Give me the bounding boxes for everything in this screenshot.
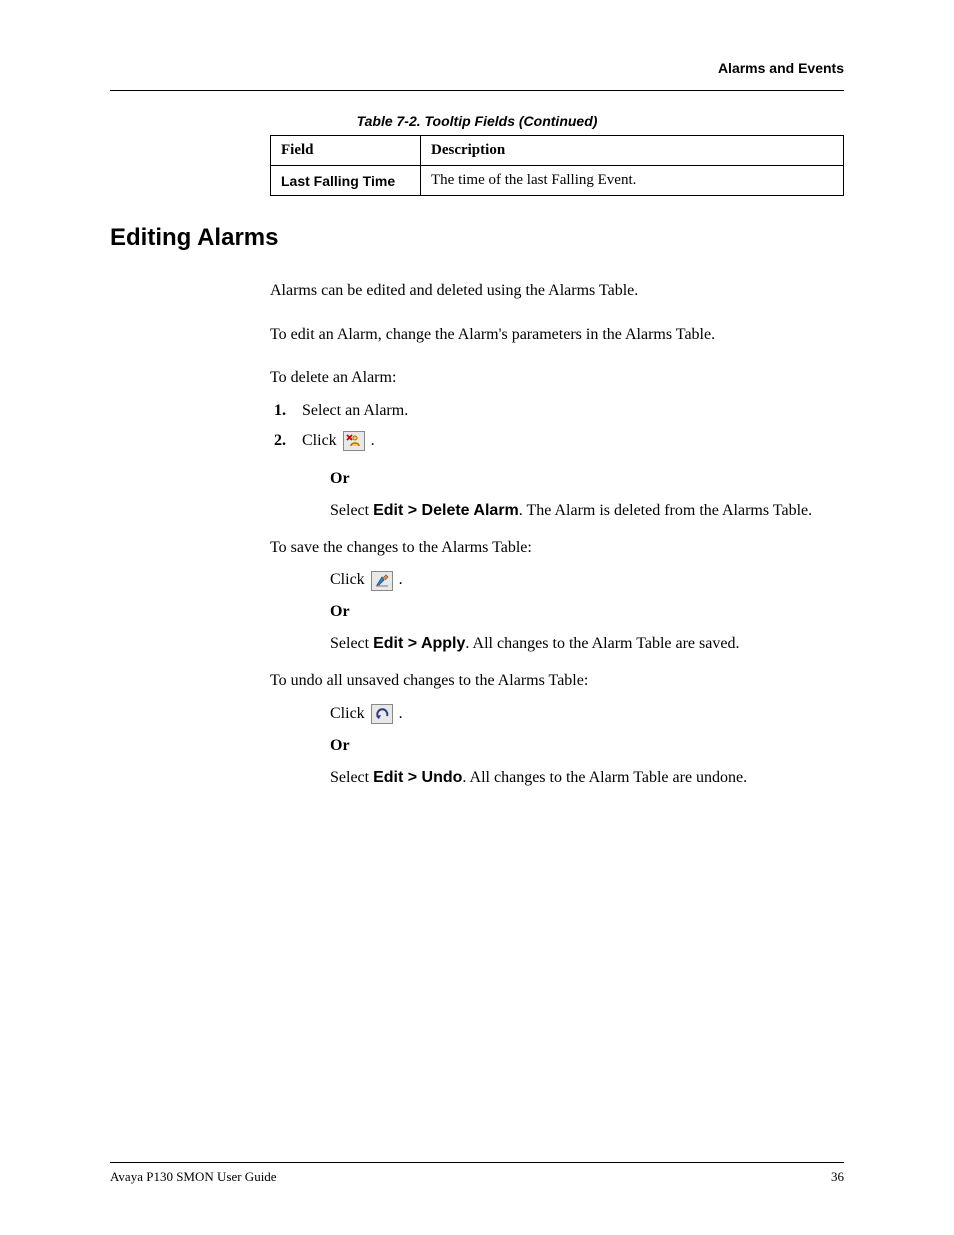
- save-intro: To save the changes to the Alarms Table:: [270, 537, 844, 559]
- save-click: Click .: [330, 568, 844, 592]
- header-title: Alarms and Events: [718, 60, 844, 76]
- save-alt: Select Edit > Apply. All changes to the …: [330, 632, 844, 656]
- page: Alarms and Events Table 7-2. Tooltip Fie…: [0, 0, 954, 1235]
- undo-or: Or: [330, 734, 844, 758]
- intro-para-1: Alarms can be edited and deleted using t…: [270, 280, 844, 302]
- step-1-text: Select an Alarm.: [302, 402, 408, 419]
- step-2-dot: .: [371, 432, 375, 449]
- step-1: 1. Select an Alarm.: [302, 399, 844, 423]
- cell-desc: The time of the last Falling Event.: [421, 166, 844, 196]
- step-2-num: 2.: [274, 429, 286, 453]
- col-header-desc: Description: [421, 136, 844, 166]
- delete-or: Or: [330, 467, 844, 491]
- col-header-field: Field: [271, 136, 421, 166]
- step-2: 2. Click .: [302, 429, 844, 453]
- undo-intro: To undo all unsaved changes to the Alarm…: [270, 670, 844, 692]
- undo-alt: Select Edit > Undo. All changes to the A…: [330, 766, 844, 790]
- step-2-click: Click: [302, 432, 341, 449]
- table-caption: Table 7-2. Tooltip Fields (Continued): [110, 113, 844, 129]
- tooltip-table: Field Description Last Falling Time The …: [270, 135, 844, 196]
- section-title: Editing Alarms: [110, 224, 844, 252]
- delete-alt: Select Edit > Delete Alarm. The Alarm is…: [330, 499, 844, 523]
- footer-left: Avaya P130 SMON User Guide: [110, 1169, 277, 1185]
- step-1-num: 1.: [274, 399, 286, 423]
- save-or: Or: [330, 600, 844, 624]
- footer-page-number: 36: [831, 1169, 844, 1185]
- tooltip-table-wrap: Field Description Last Falling Time The …: [270, 135, 844, 196]
- cell-field: Last Falling Time: [271, 166, 421, 196]
- undo-icon: [371, 704, 393, 724]
- page-footer: Avaya P130 SMON User Guide 36: [110, 1162, 844, 1185]
- undo-click: Click .: [330, 702, 844, 726]
- body-column: Alarms can be edited and deleted using t…: [270, 280, 844, 790]
- table-row: Last Falling Time The time of the last F…: [271, 166, 844, 196]
- menu-path-delete: Edit > Delete Alarm: [373, 502, 519, 519]
- delete-steps: 1. Select an Alarm. 2. Click .: [270, 399, 844, 453]
- delete-intro: To delete an Alarm:: [270, 367, 844, 389]
- menu-path-undo: Edit > Undo: [373, 769, 462, 786]
- page-header: Alarms and Events: [110, 60, 844, 91]
- menu-path-apply: Edit > Apply: [373, 635, 465, 652]
- apply-icon: [371, 571, 393, 591]
- intro-para-2: To edit an Alarm, change the Alarm's par…: [270, 324, 844, 346]
- table-header-row: Field Description: [271, 136, 844, 166]
- delete-alarm-icon: [343, 431, 365, 451]
